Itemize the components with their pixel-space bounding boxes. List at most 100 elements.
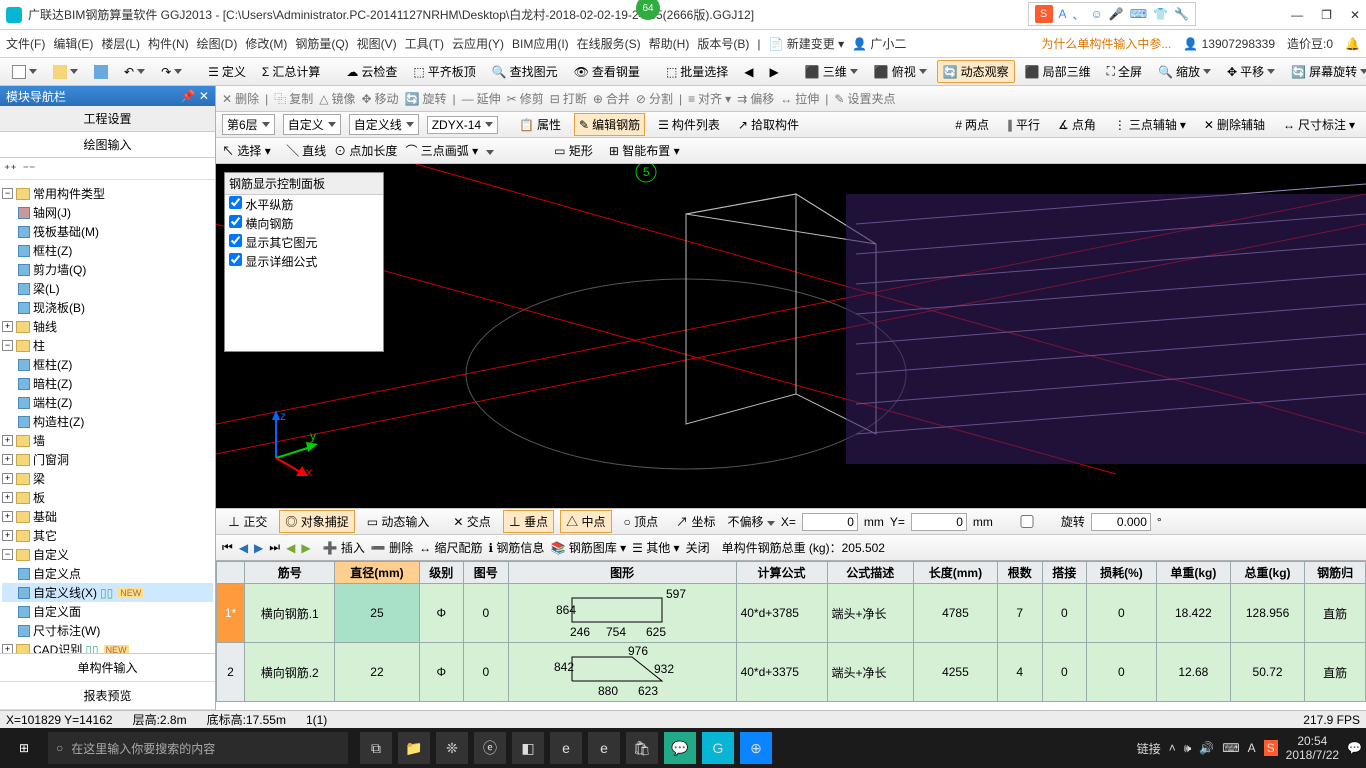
x-input[interactable] bbox=[802, 513, 858, 531]
editrebar-button[interactable]: ✎ 编辑钢筋 bbox=[574, 113, 645, 136]
id-combo[interactable]: ZDYX-14 bbox=[427, 116, 498, 134]
perp-btn[interactable]: ⊥ 垂点 bbox=[503, 510, 554, 533]
cloudcheck-button[interactable]: ☁ 云检查 bbox=[340, 60, 403, 83]
attr-button[interactable]: 📋 属性 bbox=[514, 113, 566, 136]
nav-prev[interactable]: ◀ bbox=[239, 541, 248, 555]
tray-net-icon[interactable]: 🕪 bbox=[1184, 741, 1192, 756]
tree-dimmark[interactable]: 尺寸标注(W) bbox=[2, 621, 213, 640]
nav-prev2[interactable]: ◀ bbox=[286, 541, 295, 555]
tree-custom[interactable]: −自定义 bbox=[2, 545, 213, 564]
threeaux-button[interactable]: ⋮ 三点辅轴 ▾ bbox=[1109, 113, 1191, 136]
tree-grid[interactable]: 轴网(J) bbox=[2, 203, 213, 222]
col-tw[interactable]: 总重(kg) bbox=[1230, 562, 1304, 584]
tree-raft[interactable]: 筏板基础(M) bbox=[2, 222, 213, 241]
tray-link[interactable]: 链接 bbox=[1137, 740, 1161, 757]
ime-bar[interactable]: S A 、 ☺ 🎤 ⌨ 👕 🔧 bbox=[1028, 2, 1196, 26]
tab-single[interactable]: 单构件输入 bbox=[0, 654, 215, 682]
ime-mic[interactable]: 🎤 bbox=[1109, 7, 1124, 21]
sumcalc-button[interactable]: Σ 汇总计算 bbox=[256, 60, 326, 83]
ime-kb[interactable]: ⌨ bbox=[1130, 7, 1147, 21]
threed-button[interactable]: ⬛ 三维 bbox=[799, 60, 864, 83]
select-btn[interactable]: ↖ 选择 ▾ bbox=[222, 142, 271, 159]
chk-trans[interactable]: 横向钢筋 bbox=[225, 214, 383, 233]
delete-row-btn[interactable]: ➖ 删除 bbox=[371, 539, 413, 556]
trim-btn[interactable]: ✂ 修剪 bbox=[507, 90, 544, 107]
tray-sogou-icon[interactable]: S bbox=[1264, 740, 1278, 756]
stretch-btn[interactable]: ↔ 拉伸 bbox=[780, 90, 819, 107]
tree-axis[interactable]: +轴线 bbox=[2, 317, 213, 336]
align-btn[interactable]: ≡ 对齐 ▾ bbox=[688, 90, 731, 107]
undo-button[interactable]: ↶ bbox=[118, 62, 151, 82]
pan-button[interactable]: ✥ 平移 bbox=[1221, 60, 1281, 83]
findgraph-button[interactable]: 🔍 查找图元 bbox=[486, 60, 564, 83]
viewrebar-button[interactable]: 👁 查看钢量 bbox=[568, 60, 646, 83]
chk-other[interactable]: 显示其它图元 bbox=[225, 233, 383, 252]
start-button[interactable]: ⊞ bbox=[4, 732, 44, 764]
menu-modify[interactable]: 修改(M) bbox=[245, 35, 287, 52]
menu-edit[interactable]: 编辑(E) bbox=[53, 35, 93, 52]
warning-link[interactable]: 为什么单构件输入中参... bbox=[1041, 35, 1171, 52]
save-button[interactable] bbox=[88, 62, 114, 82]
move-btn[interactable]: ✥ 移动 bbox=[361, 90, 398, 107]
batchsel-button[interactable]: ⬚ 批量选择 bbox=[660, 60, 734, 83]
close-button[interactable]: ✕ bbox=[1350, 8, 1360, 22]
topview-button[interactable]: ⬛ 俯视 bbox=[868, 60, 933, 83]
copy-btn[interactable]: ⿻ 复制 bbox=[274, 90, 313, 107]
tree-col[interactable]: −柱 bbox=[2, 336, 213, 355]
ime-skin[interactable]: 👕 bbox=[1153, 7, 1168, 21]
tree-custline[interactable]: 自定义线(X)▯▯NEW bbox=[2, 583, 213, 602]
expand-icon[interactable]: ⁺⁺ bbox=[4, 162, 17, 176]
chat-icon[interactable]: 💬 bbox=[664, 732, 696, 764]
tree-framecol[interactable]: 框柱(Z) bbox=[2, 241, 213, 260]
osnap-btn[interactable]: ◎ 对象捕捉 bbox=[279, 510, 354, 533]
scale-btn[interactable]: ↔ 缩尺配筋 bbox=[419, 539, 482, 556]
col-formula[interactable]: 计算公式 bbox=[736, 562, 827, 584]
open-button[interactable] bbox=[47, 62, 84, 82]
col-lap[interactable]: 搭接 bbox=[1042, 562, 1087, 584]
nav-last[interactable]: ⏭ bbox=[269, 540, 280, 555]
merge-btn[interactable]: ⊕ 合并 bbox=[593, 90, 630, 107]
phone-label[interactable]: 👤 13907298339 bbox=[1183, 37, 1275, 51]
tree-other[interactable]: +其它 bbox=[2, 526, 213, 545]
col-lvl[interactable]: 级别 bbox=[419, 562, 464, 584]
viewport-3d[interactable]: 5 钢筋显示控制面板 水平纵筋 横向钢筋 显示其它图元 显示详细公式 z y x bbox=[216, 164, 1366, 508]
tree-slab2[interactable]: +板 bbox=[2, 488, 213, 507]
menu-bim[interactable]: BIM应用(I) bbox=[512, 35, 569, 52]
menu-file[interactable]: 文件(F) bbox=[6, 35, 45, 52]
break-btn[interactable]: ⊟ 打断 bbox=[550, 90, 587, 107]
prev-icon[interactable]: ◀ bbox=[738, 62, 759, 82]
tree-shear[interactable]: 剪力墙(Q) bbox=[2, 260, 213, 279]
tree-opening[interactable]: +门窗洞 bbox=[2, 450, 213, 469]
menu-rebar[interactable]: 钢筋量(Q) bbox=[295, 35, 348, 52]
tree-slab[interactable]: 现浇板(B) bbox=[2, 298, 213, 317]
redo-button[interactable]: ↷ bbox=[155, 62, 188, 82]
extend-btn[interactable]: — 延伸 bbox=[462, 90, 501, 107]
col-cnt[interactable]: 根数 bbox=[997, 562, 1042, 584]
offset-btn[interactable]: ⇉ 偏移 bbox=[737, 90, 774, 107]
nav-next[interactable]: ▶ bbox=[254, 541, 263, 555]
local3d-button[interactable]: ⬛ 局部三维 bbox=[1019, 60, 1097, 83]
tree-wall[interactable]: +墙 bbox=[2, 431, 213, 450]
tree-custpt[interactable]: 自定义点 bbox=[2, 564, 213, 583]
info-btn[interactable]: ℹ 钢筋信息 bbox=[489, 539, 545, 556]
mirror-btn[interactable]: △ 镜像 bbox=[319, 90, 355, 107]
type-combo[interactable]: 自定义线 bbox=[349, 114, 419, 135]
tree-found[interactable]: +基础 bbox=[2, 507, 213, 526]
delaux-button[interactable]: ✕ 删除辅轴 bbox=[1199, 113, 1270, 136]
folder-icon[interactable]: 📁 bbox=[398, 732, 430, 764]
active-app-icon[interactable]: ⊕ bbox=[740, 732, 772, 764]
tab-drawinput[interactable]: 绘图输入 bbox=[0, 132, 215, 158]
menu-component[interactable]: 构件(N) bbox=[148, 35, 189, 52]
search-box[interactable]: ○ 在这里输入你要搜索的内容 bbox=[48, 732, 348, 764]
menu-view[interactable]: 视图(V) bbox=[357, 35, 397, 52]
twopt-button[interactable]: # 两点 bbox=[950, 113, 994, 136]
flatroof-button[interactable]: ⬚ 平齐板顶 bbox=[407, 60, 481, 83]
col-cat[interactable]: 钢筋归 bbox=[1305, 562, 1366, 584]
nav-first[interactable]: ⏮ bbox=[222, 540, 233, 555]
rebar-display-panel[interactable]: 钢筋显示控制面板 水平纵筋 横向钢筋 显示其它图元 显示详细公式 bbox=[224, 172, 384, 352]
tree-beam[interactable]: 梁(L) bbox=[2, 279, 213, 298]
tree-endcol[interactable]: 端柱(Z) bbox=[2, 393, 213, 412]
rot-input[interactable] bbox=[1091, 513, 1151, 531]
tree-custface[interactable]: 自定义面 bbox=[2, 602, 213, 621]
dyninput-btn[interactable]: ▭ 动态输入 bbox=[361, 510, 436, 533]
